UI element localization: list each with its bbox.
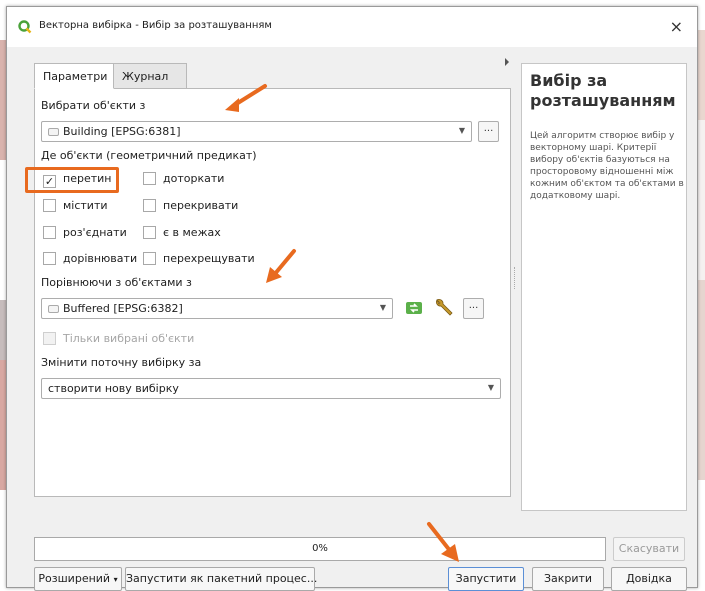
iterate-features-icon[interactable] [403,298,425,318]
window-title: Векторна вибірка - Вибір за розташування… [39,20,272,31]
checkbox-icon [143,252,156,265]
checkbox-icon [143,172,156,185]
annotation-arrow-icon [427,522,459,562]
predicate-label: Де об'єкти (геометричний предикат) [41,149,257,162]
compare-features-label: Порівнюючи з об'єктами з [41,276,192,289]
predicate-overlap-label: перекривати [163,199,239,212]
predicate-equal-label: дорівнювати [63,252,138,265]
checkbox-icon [143,199,156,212]
collapse-arrow-icon[interactable] [503,57,511,67]
predicate-disjoint[interactable]: роз'єднати [43,226,127,242]
tab-log[interactable]: Журнал [113,63,187,89]
selected-features-only-checkbox[interactable]: Тільки вибрані об'єкти [43,332,194,348]
help-text: Цей алгоритм створює вибір у векторному … [530,131,684,201]
run-button[interactable]: Запустити [448,567,524,591]
tab-parameters[interactable]: Параметри [34,63,114,89]
predicate-cross[interactable]: перехрещувати [143,252,255,268]
annotation-arrow-icon [225,84,267,112]
checkbox-icon [43,226,56,239]
predicate-cross-label: перехрещувати [163,252,255,265]
chevron-down-icon: ▼ [487,383,494,392]
close-icon[interactable]: × [670,17,683,36]
chevron-down-icon: ▾ [113,575,118,584]
checkbox-icon [143,226,156,239]
modify-selection-value: створити нову вибірку [48,382,179,395]
predicate-touch-label: доторкати [163,172,225,185]
predicate-touch[interactable]: доторкати [143,172,224,188]
help-title: Вибір за розташуванням [530,71,676,110]
input-layer-options-button[interactable]: ... [478,121,499,142]
advanced-button[interactable]: Розширений ▾ [34,567,122,591]
splitter-handle[interactable] [514,267,517,289]
annotation-highlight-box [25,167,119,193]
predicate-disjoint-label: роз'єднати [63,226,127,239]
polygon-layer-icon [48,305,59,313]
help-button[interactable]: Довідка [611,567,687,591]
predicate-equal[interactable]: дорівнювати [43,252,137,268]
progress-bar: 0% [34,537,606,561]
wrench-settings-icon[interactable] [432,296,456,320]
qgis-icon [18,20,32,34]
intersect-layer-options-button[interactable]: ... [463,298,484,319]
select-by-location-dialog: Векторна вибірка - Вибір за розташування… [6,6,698,591]
modify-selection-combo[interactable]: створити нову вибірку ▼ [41,378,501,399]
checkbox-icon [43,252,56,265]
progress-text: 0% [312,543,328,554]
parameters-panel: Вибрати об'єкти з Building [EPSG:6381] ▼… [25,88,511,497]
annotation-arrow-icon [266,249,296,283]
select-features-label: Вибрати об'єкти з [41,99,146,112]
chevron-down-icon: ▼ [458,126,465,135]
predicate-within[interactable]: є в межах [143,226,221,242]
intersect-layer-value: Buffered [EPSG:6382] [63,302,183,315]
checkbox-icon [43,332,56,345]
intersect-layer-combo[interactable]: Buffered [EPSG:6382] ▼ [41,298,393,319]
chevron-down-icon: ▼ [379,303,386,312]
title-bar: Векторна вибірка - Вибір за розташування… [7,7,697,47]
checkbox-icon [43,199,56,212]
predicate-contain-label: містити [63,199,108,212]
advanced-button-label: Розширений [38,572,111,585]
modify-selection-label: Змінити поточну вибірку за [41,356,202,369]
close-button[interactable]: Закрити [532,567,604,591]
input-layer-combo[interactable]: Building [EPSG:6381] ▼ [41,121,472,142]
cancel-button[interactable]: Скасувати [613,537,685,561]
predicate-within-label: є в межах [163,226,221,239]
selected-features-only-label: Тільки вибрані об'єкти [63,332,195,345]
polygon-layer-icon [48,128,59,136]
predicate-contain[interactable]: містити [43,199,108,215]
run-as-batch-button[interactable]: Запустити як пакетний процес... [125,567,317,591]
help-panel: Вибір за розташуванням Цей алгоритм ство… [521,63,687,511]
input-layer-value: Building [EPSG:6381] [63,125,181,138]
predicate-overlap[interactable]: перекривати [143,199,238,215]
